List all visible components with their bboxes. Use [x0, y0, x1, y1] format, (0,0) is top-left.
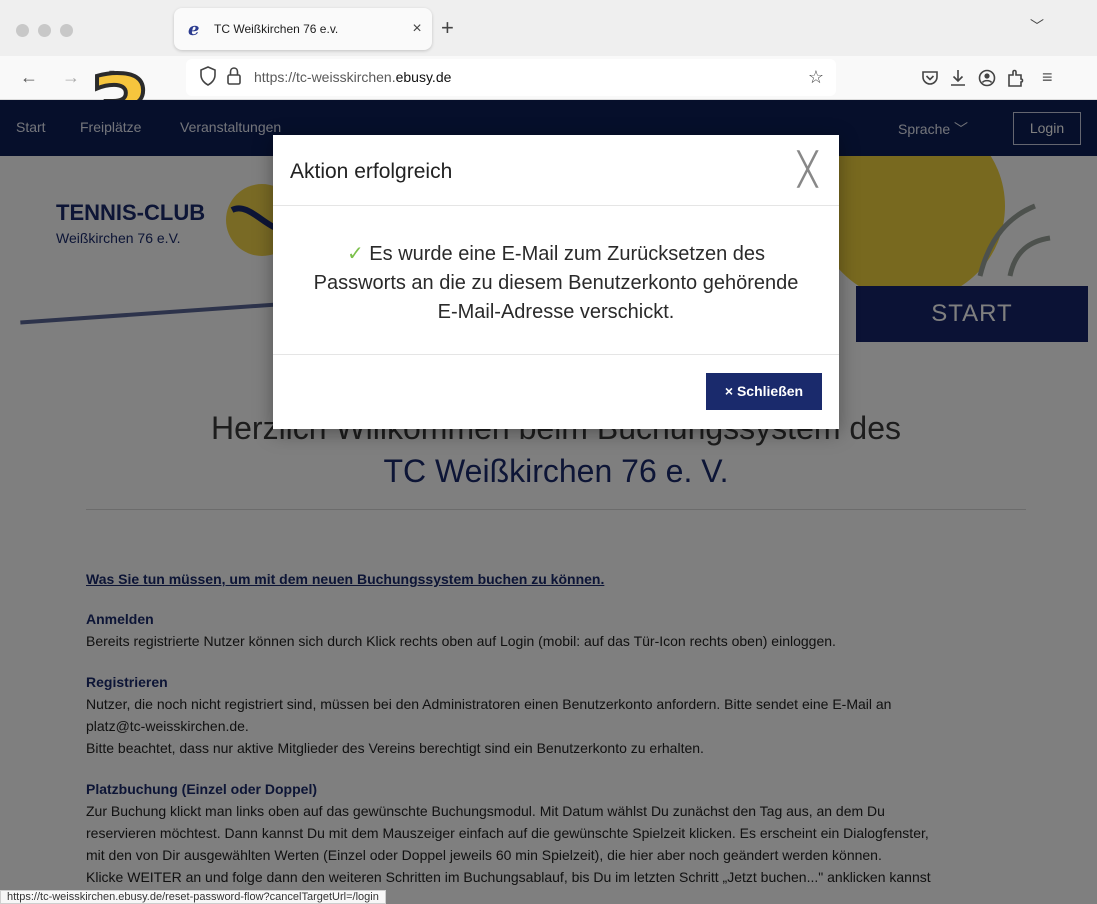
extensions-icon[interactable] — [1006, 67, 1026, 89]
pocket-icon[interactable] — [921, 70, 939, 86]
back-arrow-icon[interactable]: ← — [20, 65, 38, 89]
forward-arrow-icon[interactable]: → — [62, 65, 80, 89]
close-button-label: Schließen — [736, 383, 804, 399]
ebusy-favicon-icon: e — [188, 18, 200, 40]
bookmark-star-icon[interactable]: ☆ — [808, 67, 824, 88]
downloads-icon[interactable] — [949, 68, 967, 88]
close-icon[interactable]: ╳ — [798, 153, 817, 185]
browser-tab[interactable]: e TC Weißkirchen 76 e.v. × — [174, 8, 432, 50]
padlock-icon[interactable] — [226, 66, 242, 86]
new-tab-icon[interactable]: + — [441, 17, 454, 39]
close-dialog-button[interactable]: × Schließen — [706, 373, 822, 410]
dialog-body: ✓ Es wurde eine E-Mail zum Zurücksetzen … — [273, 206, 839, 355]
tab-title: TC Weißkirchen 76 e.v. — [214, 22, 339, 36]
tab-list-chevron-icon[interactable]: ﹀ — [1030, 16, 1044, 36]
account-icon[interactable] — [978, 69, 996, 87]
browser-tab-bar: e TC Weißkirchen 76 e.v. × + ﹀ — [0, 0, 1097, 56]
dialog-message-text: Es wurde eine E-Mail zum Zurücksetzen de… — [313, 243, 799, 323]
success-dialog: Aktion erfolgreich ╳ ✓ Es wurde eine E-M… — [273, 135, 839, 429]
tracking-shield-icon[interactable] — [200, 66, 216, 86]
close-x-icon: × — [724, 383, 734, 399]
status-bar-link-preview: https://tc-weisskirchen.ebusy.de/reset-p… — [0, 890, 386, 904]
browser-toolbar: ← → ↻ https://tc-weisskirchen.ebusy.de ☆… — [0, 56, 1097, 161]
dialog-header: Aktion erfolgreich ╳ — [273, 135, 839, 206]
tab-close-icon[interactable]: × — [402, 20, 432, 38]
window-minimize-dot[interactable] — [38, 24, 51, 37]
hamburger-menu-icon[interactable]: ≡ — [1042, 65, 1053, 89]
dialog-title: Aktion erfolgreich — [290, 160, 453, 183]
address-bar[interactable]: https://tc-weisskirchen.ebusy.de ☆ — [186, 59, 836, 96]
url-domain: ebusy.de — [395, 69, 452, 85]
url-text: https://tc-weisskirchen.ebusy.de — [254, 69, 451, 85]
url-prefix: https://tc-weisskirchen. — [254, 69, 396, 85]
window-maximize-dot[interactable] — [60, 24, 73, 37]
dialog-message: ✓ Es wurde eine E-Mail zum Zurücksetzen … — [303, 240, 809, 327]
checkmark-icon: ✓ — [346, 243, 364, 265]
window-close-dot[interactable] — [16, 24, 29, 37]
